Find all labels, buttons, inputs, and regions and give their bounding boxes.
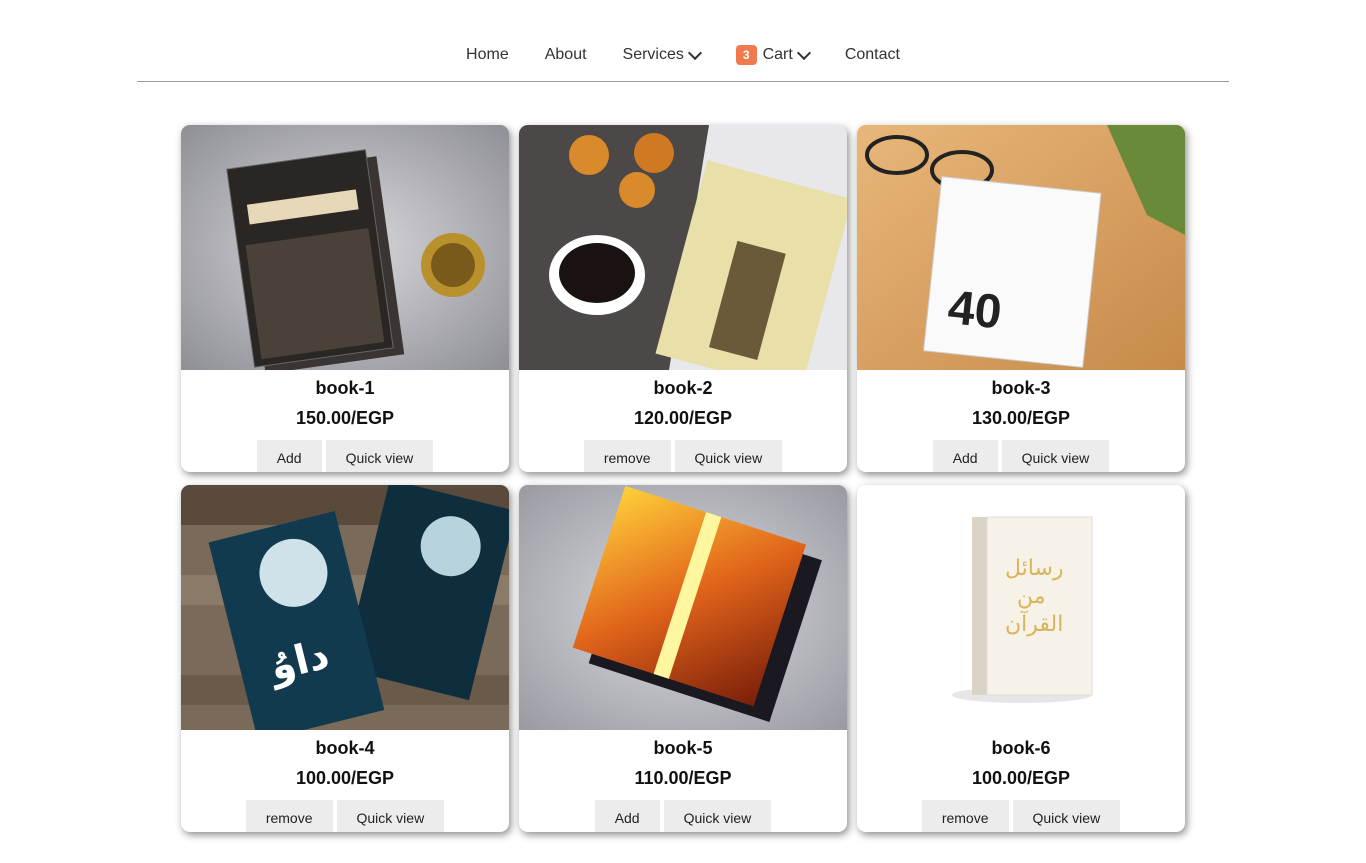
book-cover-image[interactable]: رسائل من القرآن [857, 485, 1185, 730]
nav-list: Home About Services 3 Cart Contact [448, 44, 918, 66]
remove-from-cart-button[interactable]: remove [921, 800, 1009, 832]
card-actions: Add Quick view [181, 440, 509, 472]
card-actions: Add Quick view [519, 800, 847, 832]
book-cover-image[interactable] [519, 125, 847, 370]
product-grid: book-1 150.00/EGP Add Quick view book-2 … [181, 125, 1185, 832]
nav-about[interactable]: About [545, 44, 587, 66]
remove-from-cart-button[interactable]: remove [245, 800, 333, 832]
card-actions: Add Quick view [857, 440, 1185, 472]
book-cover-image[interactable]: 40 [857, 125, 1185, 370]
nav-services[interactable]: Services [622, 44, 702, 66]
book-cover-image[interactable] [181, 125, 509, 370]
product-price: 100.00/EGP [971, 768, 1071, 788]
add-to-cart-button[interactable]: Add [594, 800, 660, 832]
product-card: book-1 150.00/EGP Add Quick view [181, 125, 509, 472]
nav-cart[interactable]: 3 Cart [735, 44, 811, 66]
add-to-cart-button[interactable]: Add [256, 440, 322, 472]
nav-home[interactable]: Home [466, 44, 509, 66]
top-navigation: Home About Services 3 Cart Contact [137, 0, 1229, 82]
book-cover-image[interactable] [519, 485, 847, 730]
nav-services-label: Services [622, 46, 684, 63]
nav-contact[interactable]: Contact [845, 44, 900, 66]
product-card: 40 book-3 130.00/EGP Add Quick view [857, 125, 1185, 472]
product-card: رسائل من القرآن book-6 100.00/EGP remove… [857, 485, 1185, 832]
nav-cart-label: Cart [762, 46, 793, 63]
product-title: book-3 [991, 378, 1051, 398]
nav-home-label: Home [466, 46, 509, 63]
card-actions: remove Quick view [181, 800, 509, 832]
product-price: 130.00/EGP [971, 408, 1071, 428]
nav-contact-label: Contact [844, 46, 900, 63]
card-actions: remove Quick view [857, 800, 1185, 832]
book-cover-image[interactable]: داوُ [181, 485, 509, 730]
product-price: 120.00/EGP [633, 408, 733, 428]
remove-from-cart-button[interactable]: remove [583, 440, 671, 472]
nav-about-label: About [544, 46, 587, 63]
quick-view-button[interactable]: Quick view [325, 440, 434, 472]
product-card: book-5 110.00/EGP Add Quick view [519, 485, 847, 832]
product-title: book-1 [315, 378, 375, 398]
add-to-cart-button[interactable]: Add [932, 440, 998, 472]
chevron-down-icon [687, 45, 702, 60]
svg-text:القرآن: القرآن [1005, 610, 1063, 637]
quick-view-button[interactable]: Quick view [336, 800, 445, 832]
svg-text:رسائل: رسائل [1005, 556, 1064, 581]
product-card: داوُ book-4 100.00/EGP remove Quick view [181, 485, 509, 832]
quick-view-button[interactable]: Quick view [1012, 800, 1121, 832]
card-actions: remove Quick view [519, 440, 847, 472]
product-title: book-5 [653, 738, 713, 758]
chevron-down-icon [796, 45, 811, 60]
product-price: 150.00/EGP [295, 408, 395, 428]
quick-view-button[interactable]: Quick view [663, 800, 772, 832]
product-price: 110.00/EGP [634, 768, 732, 788]
svg-text:40: 40 [945, 281, 1004, 339]
quick-view-button[interactable]: Quick view [674, 440, 783, 472]
svg-text:من: من [1017, 584, 1046, 609]
product-title: book-6 [991, 738, 1051, 758]
product-price: 100.00/EGP [295, 768, 395, 788]
product-title: book-2 [653, 378, 713, 398]
cart-count-badge: 3 [735, 45, 757, 65]
product-card: book-2 120.00/EGP remove Quick view [519, 125, 847, 472]
quick-view-button[interactable]: Quick view [1001, 440, 1110, 472]
product-title: book-4 [315, 738, 375, 758]
